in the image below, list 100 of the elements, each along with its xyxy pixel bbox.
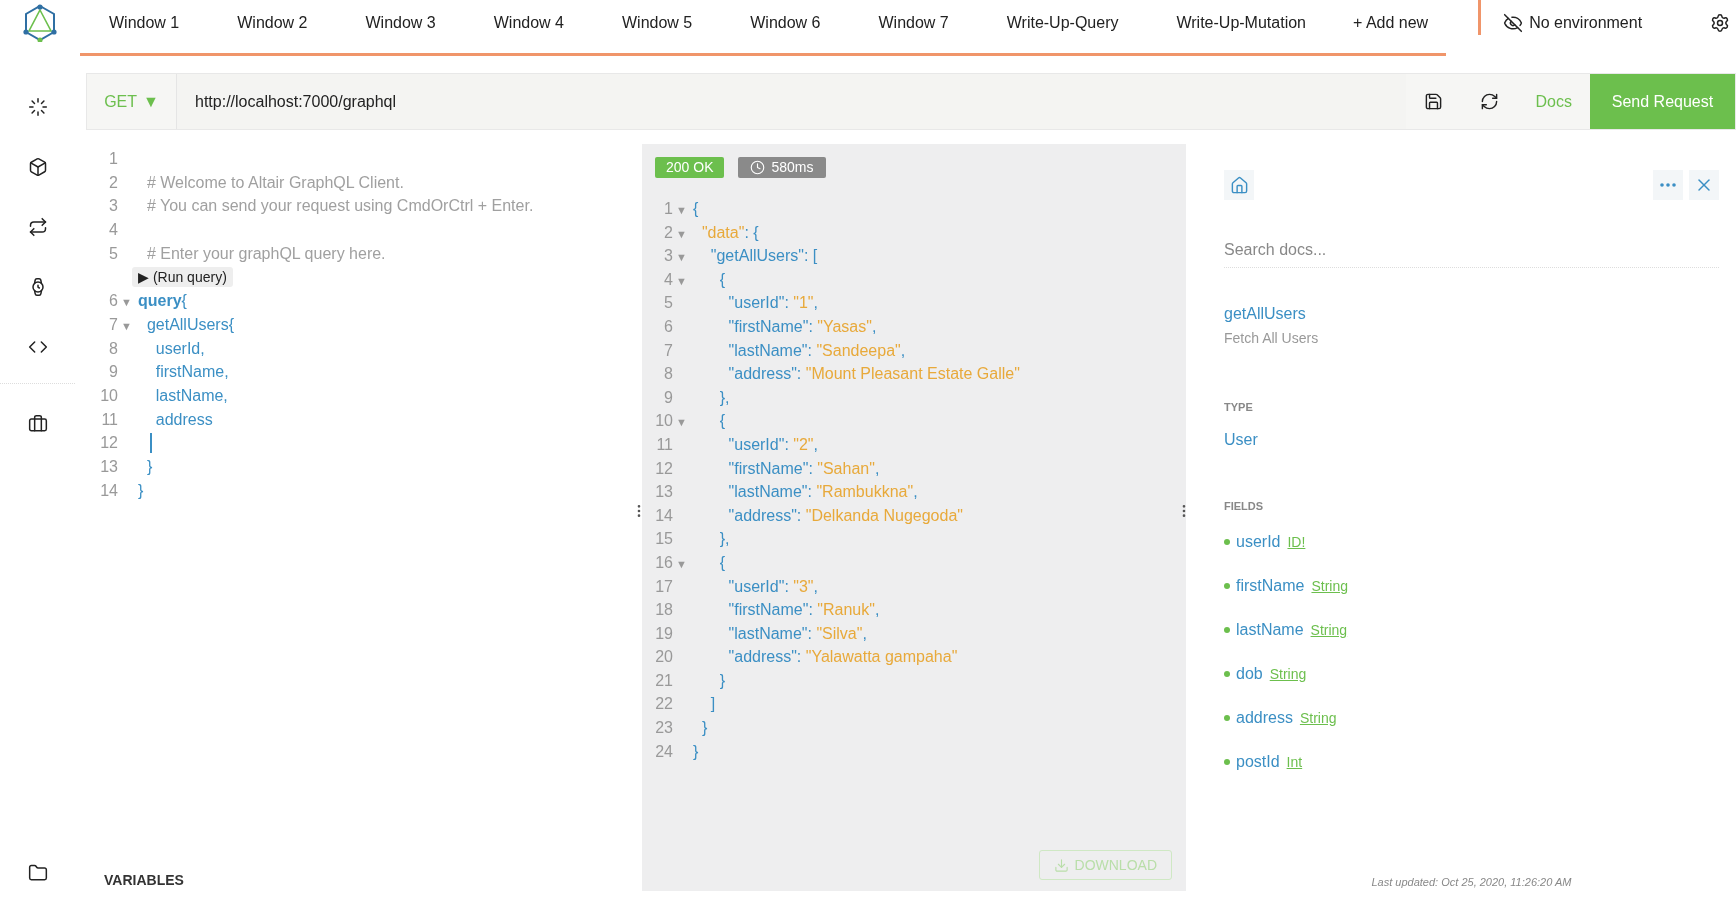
line-number: 7 bbox=[663, 340, 673, 361]
code-token: : bbox=[796, 647, 803, 668]
code-token: "address" bbox=[727, 364, 797, 385]
field-name[interactable]: address bbox=[1236, 706, 1293, 730]
window-tab[interactable]: Write-Up-Mutation bbox=[1147, 0, 1335, 46]
fold-arrow[interactable]: ▼ bbox=[676, 204, 687, 216]
code-token: , bbox=[871, 316, 877, 337]
repeat-icon[interactable] bbox=[27, 217, 48, 237]
more-icon bbox=[1660, 183, 1676, 187]
line-number: 24 bbox=[654, 741, 673, 762]
line-number: 23 bbox=[654, 718, 673, 739]
code-token: "Mount Pleasant Estate Galle" bbox=[805, 364, 1020, 385]
environment-button[interactable]: No environment bbox=[1503, 0, 1643, 46]
close-button[interactable] bbox=[1689, 170, 1719, 200]
line-number: 11 bbox=[100, 409, 118, 430]
fold-arrow[interactable]: ▼ bbox=[676, 416, 687, 429]
field-name[interactable]: userId bbox=[1236, 530, 1281, 554]
code-token: , bbox=[862, 623, 867, 644]
code-token: { bbox=[718, 411, 725, 432]
window-tab[interactable]: Window 7 bbox=[849, 0, 978, 46]
fold-arrow[interactable]: ▼ bbox=[121, 319, 132, 332]
code-token: , bbox=[900, 340, 906, 361]
download-icon bbox=[1053, 857, 1069, 873]
line-number: 9 bbox=[108, 362, 118, 383]
code-token: } bbox=[700, 718, 708, 739]
field-name[interactable]: lastName bbox=[1236, 618, 1304, 642]
docs-button[interactable]: Docs bbox=[1517, 74, 1590, 129]
field-name[interactable]: dob bbox=[1236, 662, 1263, 686]
code-token: "Sahan" bbox=[817, 458, 875, 479]
time-badge: 580ms bbox=[738, 157, 826, 178]
code-token: : { bbox=[744, 222, 759, 243]
fold-arrow[interactable]: ▼ bbox=[676, 251, 687, 264]
window-tab[interactable]: Window 1 bbox=[80, 0, 209, 46]
code-token: getAllUsers bbox=[145, 314, 229, 335]
run-query-link[interactable]: ▶ (Run query) bbox=[132, 267, 233, 288]
line-number: 12 bbox=[99, 433, 118, 454]
window-tab[interactable]: Write-Up-Query bbox=[977, 0, 1148, 46]
window-tab[interactable]: Window 5 bbox=[593, 0, 722, 46]
code-token: , bbox=[913, 482, 918, 503]
loader-icon[interactable] bbox=[27, 97, 48, 117]
line-number: 2 bbox=[108, 172, 118, 193]
window-tab[interactable]: Window 2 bbox=[208, 0, 337, 46]
field-type-link[interactable]: String bbox=[1310, 619, 1348, 641]
fold-arrow[interactable]: ▼ bbox=[676, 557, 687, 570]
line-number: 2 bbox=[663, 222, 673, 243]
type-link[interactable]: User bbox=[1224, 427, 1719, 452]
code-token: , bbox=[813, 293, 818, 314]
line-number: 10 bbox=[654, 411, 673, 432]
code-token: "userId" bbox=[727, 576, 785, 597]
cube-icon[interactable] bbox=[27, 157, 48, 177]
code-token: : bbox=[808, 600, 814, 621]
code-token: "2" bbox=[793, 434, 814, 455]
line-number: 16 bbox=[654, 552, 673, 573]
code-token: "lastName" bbox=[727, 482, 808, 503]
code-token: "firstName" bbox=[727, 316, 809, 337]
window-tab[interactable]: Window 6 bbox=[721, 0, 850, 46]
code-token: address bbox=[154, 409, 213, 430]
fold-arrow[interactable]: ▼ bbox=[676, 227, 687, 240]
fold-arrow[interactable]: ▼ bbox=[676, 274, 687, 287]
code-token: }, bbox=[718, 529, 730, 550]
fold-arrow[interactable]: ▼ bbox=[121, 296, 132, 309]
home-button[interactable] bbox=[1224, 170, 1254, 200]
code-token: "firstName" bbox=[727, 458, 809, 479]
query-title[interactable]: getAllUsers bbox=[1224, 302, 1719, 326]
code-token: , bbox=[874, 600, 880, 621]
send-request-button[interactable]: Send Request bbox=[1590, 74, 1735, 129]
bullet-icon bbox=[1224, 627, 1230, 633]
search-docs-field[interactable]: Search docs... bbox=[1224, 232, 1719, 268]
field-type-link[interactable]: ID! bbox=[1287, 531, 1306, 553]
code-token: }, bbox=[718, 387, 730, 408]
field-name[interactable]: firstName bbox=[1236, 574, 1305, 598]
line-number: 5 bbox=[663, 293, 673, 314]
line-number: 17 bbox=[654, 576, 673, 597]
field-name[interactable]: postId bbox=[1236, 750, 1280, 774]
line-number: 6 bbox=[663, 316, 673, 337]
code-token: "Delkanda Nugegoda" bbox=[805, 505, 963, 526]
window-tab[interactable]: Window 4 bbox=[464, 0, 593, 46]
code-token: , bbox=[200, 338, 205, 359]
field-type-link[interactable]: String bbox=[1299, 707, 1337, 729]
code-token: "lastName" bbox=[727, 623, 808, 644]
code-token: firstName bbox=[154, 362, 225, 383]
code-token: : bbox=[808, 316, 814, 337]
field-type-link[interactable]: String bbox=[1269, 663, 1307, 685]
line-number: 11 bbox=[655, 434, 673, 455]
code-token: : bbox=[784, 434, 790, 455]
code-token: : bbox=[807, 623, 813, 644]
field-type-link[interactable]: Int bbox=[1286, 751, 1303, 773]
status-badge: 200 OK bbox=[655, 157, 725, 178]
code-token: } bbox=[138, 480, 144, 501]
type-heading: TYPE bbox=[1224, 400, 1254, 415]
line-number: 6 bbox=[108, 291, 118, 312]
add-tab-button[interactable]: + Add new bbox=[1335, 0, 1447, 46]
code-token: : bbox=[796, 505, 803, 526]
code-token: "userId" bbox=[727, 293, 785, 314]
code-token: : [ bbox=[803, 246, 818, 267]
folder-icon[interactable] bbox=[27, 863, 48, 883]
briefcase-icon[interactable] bbox=[27, 414, 48, 434]
window-tab[interactable]: Window 3 bbox=[336, 0, 465, 46]
field-type-link[interactable]: String bbox=[1311, 575, 1349, 597]
variables-heading[interactable]: VARIABLES bbox=[86, 870, 642, 891]
